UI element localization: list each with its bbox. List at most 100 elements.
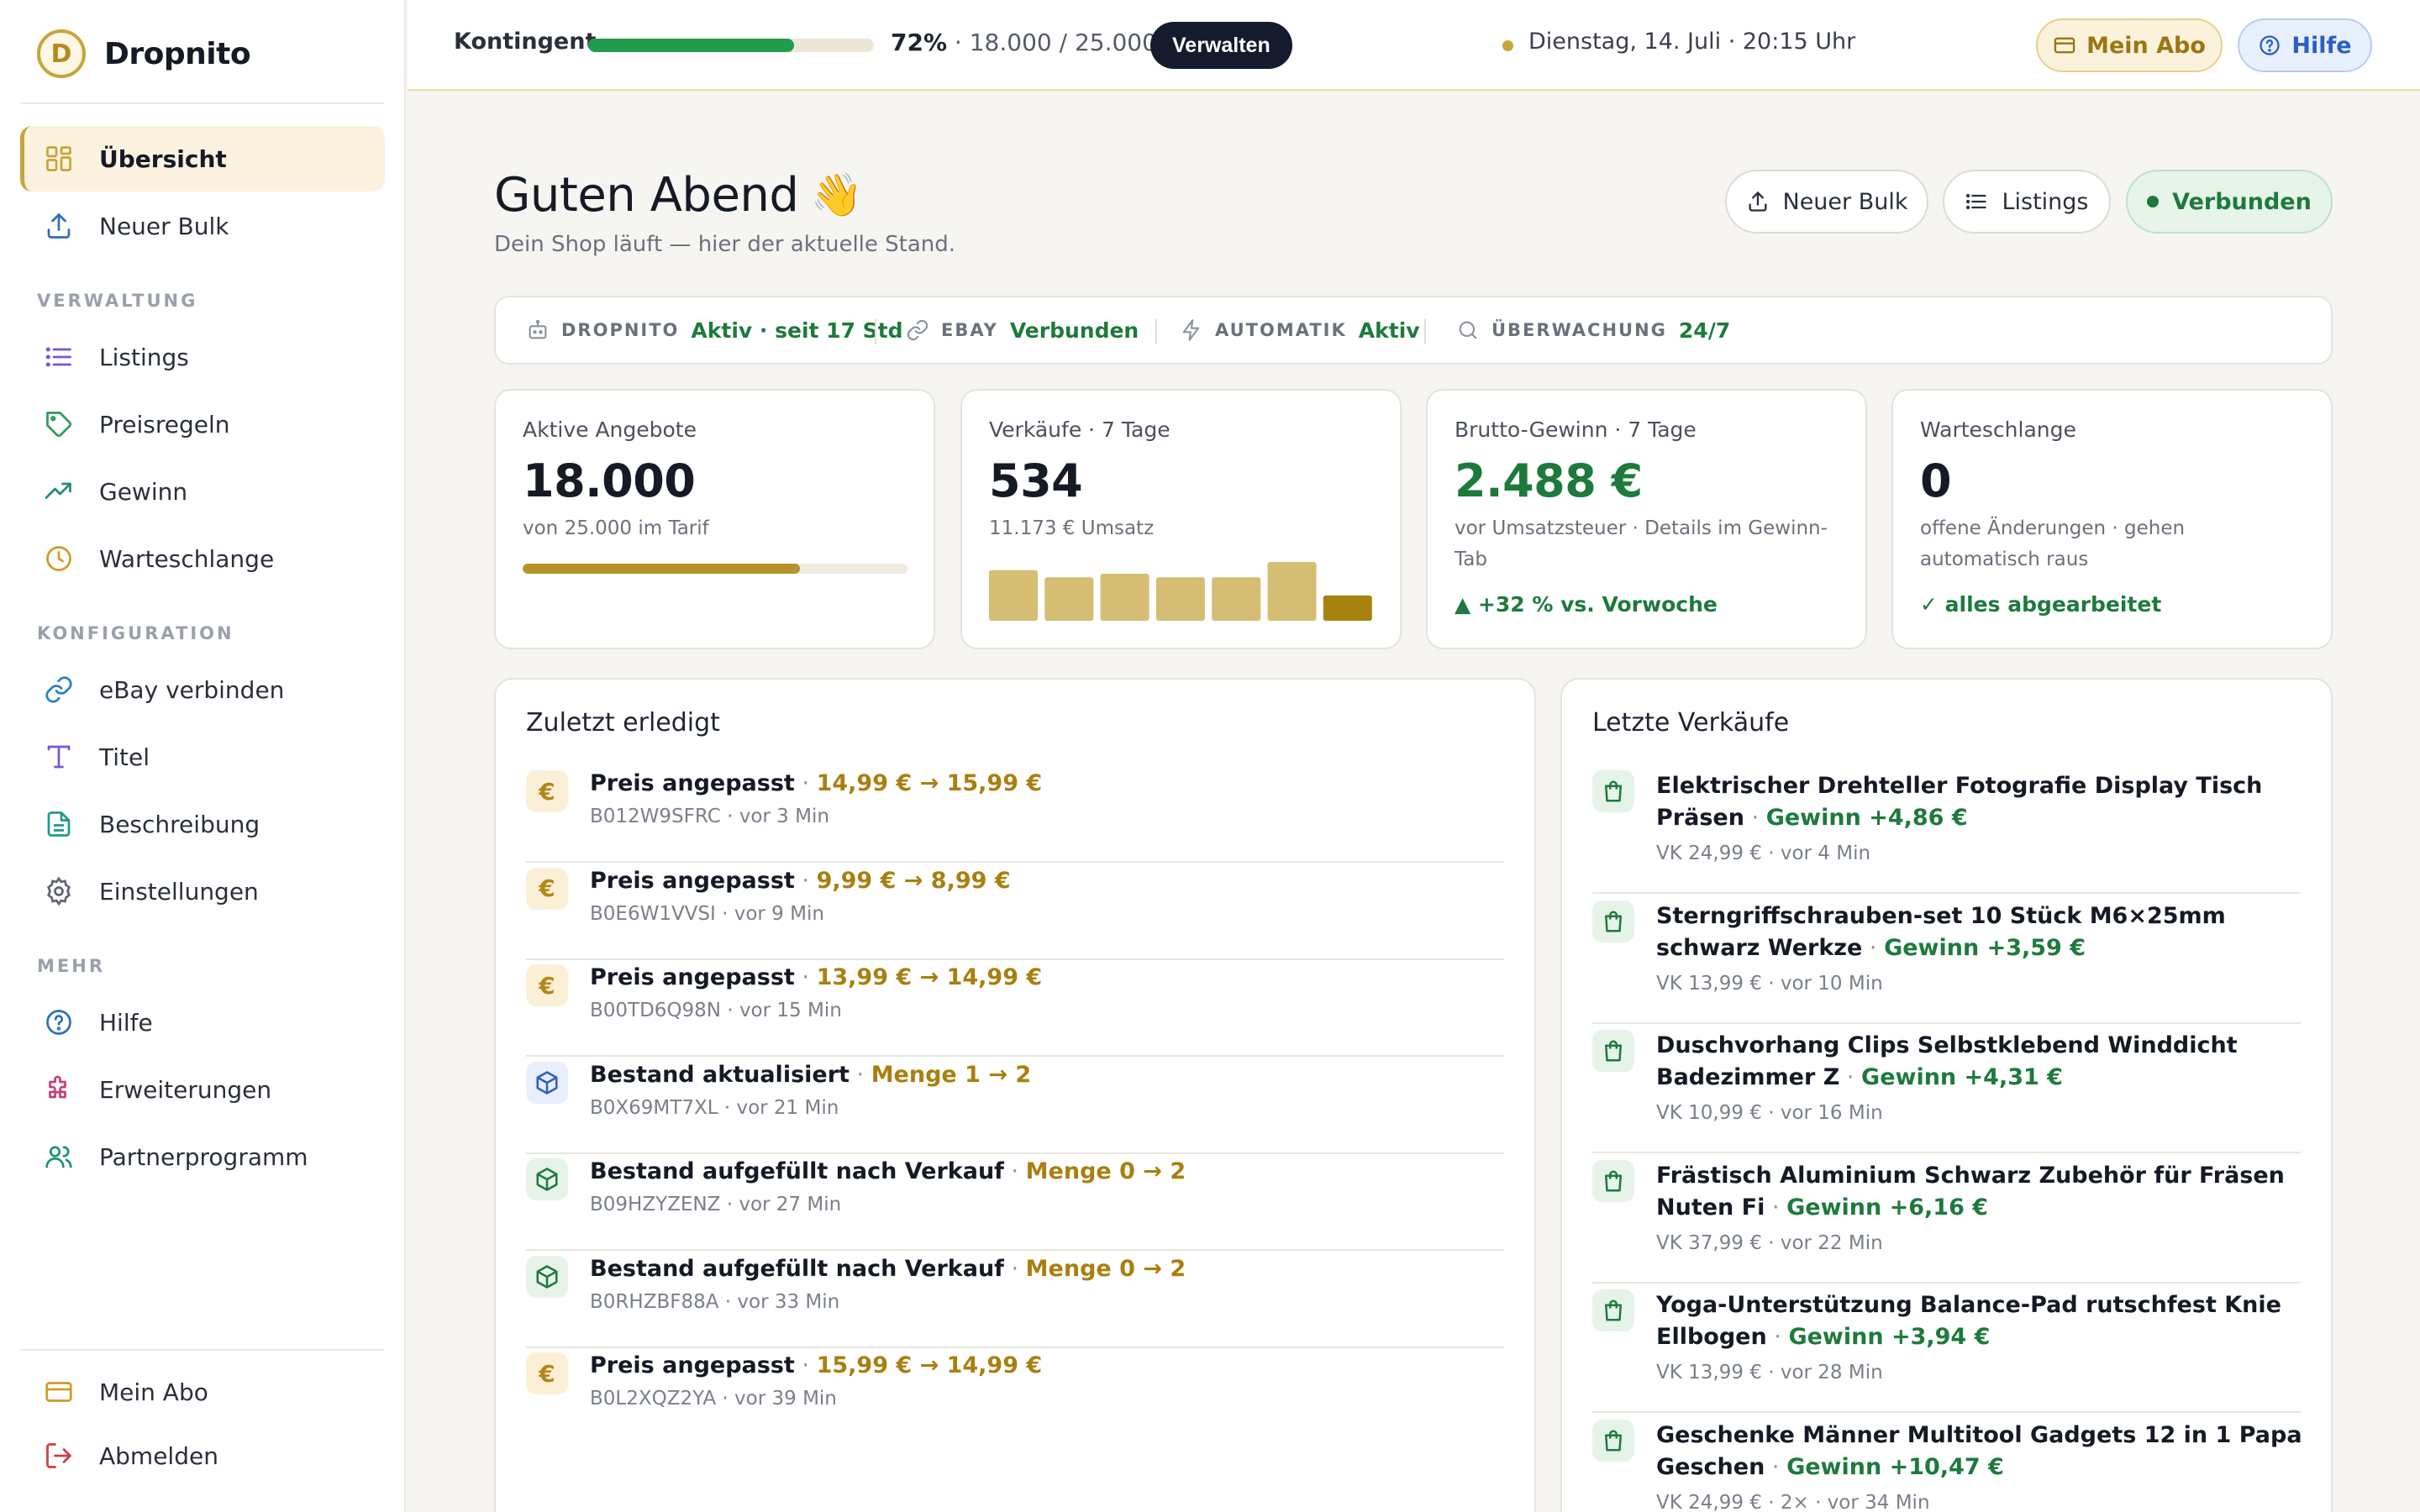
nav-item-listings[interactable]: Listings (20, 324, 385, 390)
nav-item-warteschlange[interactable]: Warteschlange (20, 526, 385, 591)
nav-section-verwaltung: VERWALTUNG (37, 291, 198, 311)
separator: · (1765, 1194, 1787, 1221)
card-value: 18.000 (523, 454, 696, 507)
status-key: ÜBERWACHUNG (1491, 320, 1667, 340)
nav-label: Warteschlange (99, 544, 275, 573)
my-subscription-button[interactable]: Mein Abo (2036, 18, 2223, 72)
sale-row[interactable]: Elektrischer Drehteller Fotografie Displ… (1592, 770, 2301, 894)
activity-row[interactable]: Bestand aktualisiert · Menge 1 → 2 B0X69M… (526, 1061, 1504, 1154)
nav-item-abmelden[interactable]: Abmelden (20, 1423, 385, 1488)
nav-item-mein-abo[interactable]: Mein Abo (20, 1359, 385, 1425)
sale-row[interactable]: Frästisch Aluminium Schwarz Zubehör für … (1592, 1159, 2301, 1284)
last-sales-panel: Letzte Verkäufe Elektrischer Drehteller … (1560, 678, 2333, 1512)
quota-text: 72% · 18.000 / 25.000 (891, 29, 1157, 56)
activity-action: Preis angepasst (590, 867, 795, 894)
sale-row[interactable]: Duschvorhang Clips Selbstklebend Winddic… (1592, 1030, 2301, 1153)
sale-profit: Gewinn +4,86 € (1765, 805, 1968, 831)
activity-icon (526, 1061, 568, 1104)
box-refill-icon (536, 1168, 558, 1191)
sales-bar (1212, 577, 1261, 621)
listings-button[interactable]: Listings (1943, 170, 2111, 234)
credit-card-icon (2053, 34, 2076, 57)
separator: · (794, 770, 817, 796)
nav-item-erweiterungen[interactable]: Erweiterungen (20, 1057, 385, 1122)
topbar: Kontingent 72% · 18.000 / 25.000 Verwalt… (408, 0, 2420, 91)
manage-quota-button[interactable]: Verwalten (1150, 22, 1292, 69)
connection-status-button[interactable]: Verbunden (2126, 170, 2333, 234)
sale-meta: VK 13,99 € · vor 28 Min (1656, 1362, 1883, 1383)
separator: · (1765, 1453, 1787, 1480)
sales-bar (989, 570, 1038, 621)
nav-label: Mein Abo (99, 1378, 208, 1406)
activity-row[interactable]: € Preis angepasst · 9,99 € → 8,99 € B0E6W1… (526, 867, 1504, 960)
status-value: 24/7 (1678, 318, 1731, 343)
quota-label: Kontingent (454, 29, 597, 55)
status-value: Aktiv (1358, 318, 1420, 343)
sale-row[interactable]: Yoga-Unterstützung Balance-Pad rutschfes… (1592, 1289, 2301, 1413)
nav-item-titel[interactable]: Titel (20, 724, 385, 790)
shopping-bag-icon (1605, 1430, 1622, 1451)
card-subtext: offene Änderungen · gehen automatisch ra… (1920, 517, 2186, 570)
brand[interactable]: D Dropnito (37, 29, 251, 79)
activity-meta: B0E6W1VVSI · vor 9 Min (590, 902, 824, 925)
nav-item-preisregeln[interactable]: Preisregeln (20, 391, 385, 457)
activity-title: Preis angepasst · 15,99 € → 14,99 € (590, 1352, 1042, 1378)
activity-change: Menge 0 → 2 (1025, 1255, 1186, 1282)
nav-item-hilfe[interactable]: Hilfe (20, 990, 385, 1055)
nav-label: Hilfe (99, 1008, 153, 1037)
card-title: Aktive Angebote (523, 417, 697, 442)
card-title: Verkäufe · 7 Tage (989, 417, 1171, 442)
activity-row[interactable]: Bestand aufgefüllt nach Verkauf · Menge … (526, 1158, 1504, 1251)
nav-item-einstellungen[interactable]: Einstellungen (20, 858, 385, 924)
nav-item-uebersicht[interactable]: Übersicht (20, 126, 385, 192)
link-icon (42, 673, 76, 706)
new-bulk-button[interactable]: Neuer Bulk (1725, 170, 1928, 234)
nav-section-mehr: MEHR (37, 956, 105, 976)
help-button[interactable]: Hilfe (2238, 18, 2372, 72)
shopping-bag-icon (1605, 780, 1622, 802)
sales-bar (1155, 577, 1205, 621)
activity-row[interactable]: € Preis angepasst · 15,99 € → 14,99 € B0L2… (526, 1352, 1504, 1445)
sales-bar (1044, 577, 1094, 621)
activity-meta: B0X69MT7XL · vor 21 Min (590, 1096, 839, 1119)
card-gross-profit: Brutto-Gewinn · 7 Tage 2.488 € vor Umsat… (1426, 389, 1867, 649)
nav-item-neuer-bulk[interactable]: Neuer Bulk (20, 193, 385, 259)
activity-row[interactable]: € Preis angepasst · 14,99 € → 15,99 € B012… (526, 770, 1504, 863)
box-icon (536, 1070, 558, 1095)
activity-row[interactable]: Bestand aufgefüllt nach Verkauf · Menge … (526, 1255, 1504, 1348)
sale-row[interactable]: Sterngriffschrauben-set 10 Stück M6×25mm… (1592, 900, 2301, 1024)
status-strip: DROPNITO Aktiv · seit 17 Std EBAY Verbun… (494, 296, 2333, 365)
card-value: 0 (1920, 454, 1952, 507)
brand-name: Dropnito (104, 36, 251, 71)
nav-section-konfiguration: KONFIGURATION (37, 623, 234, 643)
activity-action: Bestand aufgefüllt nach Verkauf (590, 1255, 1004, 1282)
card-subtext: von 25.000 im Tarif (523, 517, 709, 539)
type-icon (42, 740, 76, 774)
sales-bar (1267, 562, 1317, 621)
separator: · (1862, 934, 1885, 961)
activity-meta: B0L2XQZ2YA · vor 39 Min (590, 1388, 837, 1410)
new-bulk-label: Neuer Bulk (1782, 188, 1908, 215)
activity-row[interactable]: € Preis angepasst · 13,99 € → 14,99 € B00T… (526, 964, 1504, 1057)
nav-item-gewinn[interactable]: Gewinn (20, 459, 385, 524)
activity-action: Bestand aktualisiert (590, 1061, 850, 1088)
activity-change: 15,99 € → 14,99 € (816, 1352, 1043, 1378)
nav-item-partnerprogramm[interactable]: Partnerprogramm (20, 1124, 385, 1189)
help-circle-icon (2258, 34, 2281, 57)
card-queue: Warteschlange 0 offene Änderungen · gehe… (1891, 389, 2333, 649)
gear-icon (42, 874, 76, 908)
nav-item-ebay-verbinden[interactable]: eBay verbinden (20, 657, 385, 722)
status-dot (2147, 196, 2160, 207)
nav-label: Preisregeln (99, 410, 230, 438)
quota-progress-fill (588, 39, 794, 52)
nav-label: eBay verbinden (99, 675, 285, 704)
sale-icon (1592, 1289, 1634, 1331)
sale-profit: Gewinn +3,59 € (1884, 934, 2086, 961)
activity-action: Preis angepasst (590, 1352, 795, 1378)
sale-meta: VK 24,99 € · 2× · vor 34 Min (1656, 1491, 1930, 1512)
status-key: DROPNITO (561, 320, 680, 340)
nav-item-beschreibung[interactable]: Beschreibung (20, 791, 385, 857)
activity-icon: € (526, 867, 568, 910)
sale-row[interactable]: Geschenke Männer Multitool Gadgets 12 in… (1592, 1419, 2302, 1512)
my-subscription-label: Mein Abo (2086, 32, 2206, 59)
